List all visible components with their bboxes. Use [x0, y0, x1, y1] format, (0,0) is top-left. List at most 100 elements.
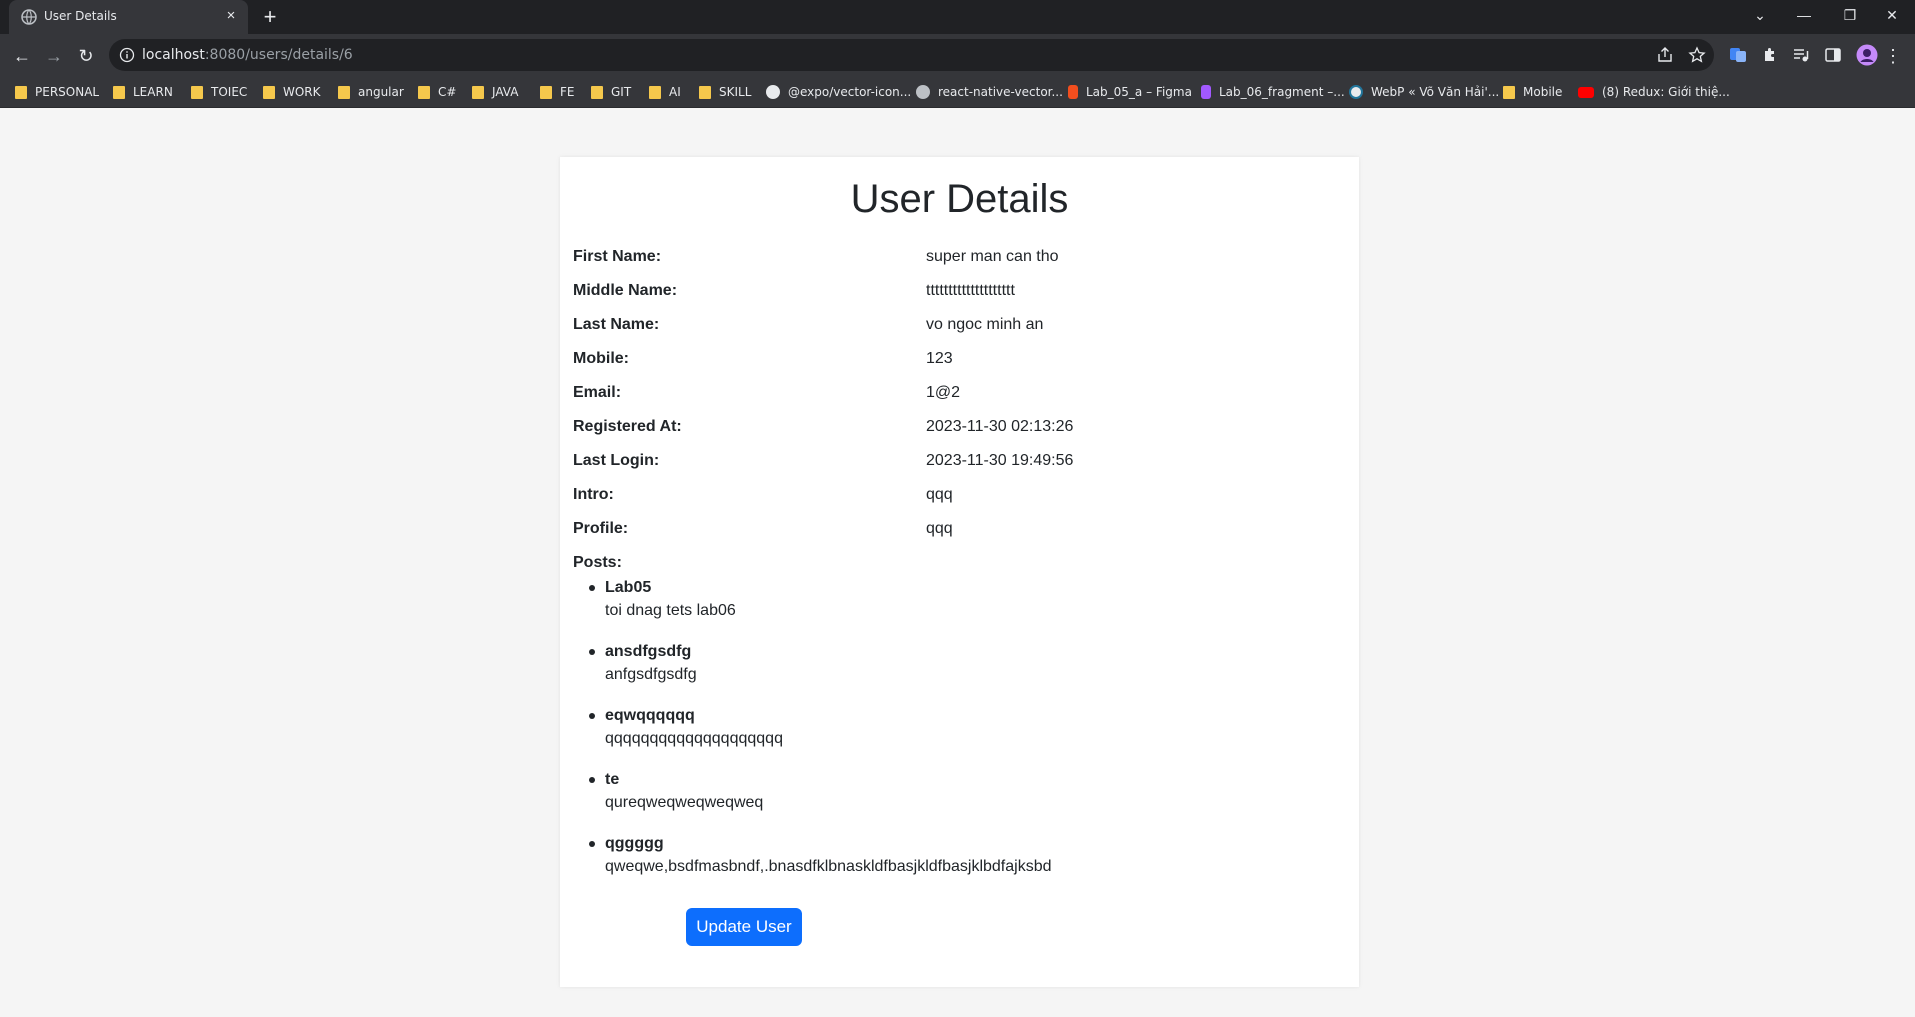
bookmark-personal[interactable]: PERSONAL	[15, 83, 99, 101]
globe-icon	[21, 9, 37, 25]
figma-icon	[1068, 85, 1078, 99]
bookmark-label: TOIEC	[211, 85, 248, 99]
field-value: qqq	[926, 486, 953, 503]
close-window-button[interactable]: ✕	[1869, 0, 1915, 30]
bookmark-csharp[interactable]: C#	[418, 83, 456, 101]
field-first-name: First Name: super man can tho	[573, 248, 1343, 270]
bookmark-label: FE	[560, 85, 575, 99]
post-title: eqwqqqqqq	[605, 707, 695, 724]
bullet	[589, 777, 595, 783]
field-intro: Intro: qqq	[573, 486, 1343, 508]
bookmark-angular[interactable]: angular	[338, 83, 404, 101]
update-user-button[interactable]: Update User	[686, 908, 802, 946]
field-middle-name: Middle Name: tttttttttttttttttttt	[573, 282, 1343, 304]
side-panel-icon[interactable]	[1824, 46, 1842, 64]
list-item: qggggg qweqwe,bsdfmasbndf,.bnasdfklbnask…	[589, 833, 1305, 879]
post-content: qqqqqqqqqqqqqqqqqqqq	[605, 730, 783, 747]
folder-icon	[699, 85, 711, 99]
field-label: Mobile:	[573, 350, 629, 367]
bookmark-label: WORK	[283, 85, 321, 99]
globe-icon	[916, 85, 930, 99]
translate-icon[interactable]	[1729, 46, 1747, 64]
tab-title: User Details	[44, 9, 117, 23]
bookmark-label: Lab_06_fragment –...	[1219, 85, 1345, 99]
bookmark-label: AI	[669, 85, 681, 99]
menu-kebab-icon[interactable]: ⋮	[1884, 42, 1902, 70]
bookmark-label: (8) Redux: Giới thiệ...	[1602, 85, 1730, 99]
bookmark-ai[interactable]: AI	[649, 83, 681, 101]
bookmark-label: PERSONAL	[35, 85, 100, 99]
tab-search-chevron-down-icon[interactable]: ⌄	[1737, 0, 1783, 30]
url-text[interactable]: localhost:8080/users/details/6	[142, 47, 353, 63]
bookmark-label: SKILL	[719, 85, 752, 99]
bookmark-label: react-native-vector...	[938, 85, 1063, 99]
address-bar[interactable]: localhost:8080/users/details/6	[109, 39, 1714, 71]
field-label: Profile:	[573, 520, 629, 537]
back-button[interactable]: ←	[8, 42, 36, 70]
media-controls-icon[interactable]	[1792, 46, 1810, 64]
bookmark-label: Mobile	[1523, 85, 1563, 99]
field-value: super man can tho	[926, 248, 1059, 265]
folder-icon	[540, 85, 552, 99]
bookmark-mobile[interactable]: Mobile	[1503, 83, 1562, 101]
field-label: Last Login:	[573, 452, 660, 469]
bookmark-learn[interactable]: LEARN	[113, 83, 173, 101]
field-last-name: Last Name: vo ngoc minh an	[573, 316, 1343, 338]
bookmark-lab05-figma[interactable]: Lab_05_a – Figma	[1068, 83, 1192, 101]
field-label: Email:	[573, 384, 622, 401]
restore-button[interactable]: ❐	[1827, 0, 1873, 30]
bookmark-label: @expo/vector-icon...	[788, 85, 912, 99]
minimize-button[interactable]: —	[1781, 0, 1827, 30]
folder-icon	[418, 85, 430, 99]
bookmark-lab06-fragment[interactable]: Lab_06_fragment –...	[1201, 83, 1345, 101]
list-item: Lab05 toi dnag tets lab06	[589, 577, 1305, 623]
bookmark-skill[interactable]: SKILL	[699, 83, 751, 101]
bookmark-java[interactable]: JAVA	[472, 83, 518, 101]
field-value: qqq	[926, 520, 953, 537]
folder-icon	[472, 85, 484, 99]
bookmark-expo-vector-icons[interactable]: @expo/vector-icon...	[766, 83, 911, 101]
bookmark-work[interactable]: WORK	[263, 83, 321, 101]
info-icon[interactable]	[119, 47, 135, 63]
field-value: vo ngoc minh an	[926, 316, 1044, 333]
tab-user-details[interactable]: User Details ×	[9, 0, 248, 34]
folder-icon	[649, 85, 661, 99]
bookmark-redux-youtube[interactable]: (8) Redux: Giới thiệ...	[1578, 83, 1730, 101]
post-title: te	[605, 771, 620, 788]
bookmark-label: Lab_05_a – Figma	[1086, 85, 1192, 99]
page-title: User Details	[850, 177, 1069, 221]
extensions-puzzle-icon[interactable]	[1761, 46, 1779, 64]
profile-avatar-icon[interactable]	[1856, 44, 1878, 66]
bookmark-label: angular	[358, 85, 404, 99]
bookmark-star-icon[interactable]	[1688, 46, 1706, 64]
youtube-icon	[1578, 86, 1594, 98]
bookmark-label: JAVA	[492, 85, 519, 99]
forward-button[interactable]: →	[40, 42, 68, 70]
bookmark-git[interactable]: GIT	[591, 83, 631, 101]
list-item: te qureqweqweqweqweq	[589, 769, 1305, 815]
post-content: qureqweqweqweqweq	[605, 794, 764, 811]
page-viewport: User Details First Name: super man can t…	[0, 108, 1915, 1017]
bookmark-webp-vo-van-hai[interactable]: WebP « Võ Văn Hải'...	[1349, 83, 1499, 101]
field-posts: Posts:	[573, 554, 1343, 576]
bookmark-react-native-vector[interactable]: react-native-vector...	[916, 83, 1063, 101]
field-label: Last Name:	[573, 316, 660, 333]
field-mobile: Mobile: 123	[573, 350, 1343, 372]
field-value: 2023-11-30 19:49:56	[926, 452, 1074, 469]
list-item: ansdfgsdfg anfgsdfgsdfg	[589, 641, 1305, 687]
bullet	[589, 841, 595, 847]
bookmark-label: C#	[438, 85, 457, 99]
field-label: Middle Name:	[573, 282, 678, 299]
list-item: eqwqqqqqq qqqqqqqqqqqqqqqqqqqq	[589, 705, 1305, 751]
bookmark-label: LEARN	[133, 85, 173, 99]
bookmark-fe[interactable]: FE	[540, 83, 574, 101]
bookmark-toiec[interactable]: TOIEC	[191, 83, 247, 101]
new-tab-button[interactable]: +	[258, 6, 282, 30]
posts-label: Posts:	[573, 554, 622, 571]
reload-button[interactable]: ↻	[72, 42, 100, 70]
folder-icon	[1503, 85, 1515, 99]
field-last-login: Last Login: 2023-11-30 19:49:56	[573, 452, 1343, 474]
bookmark-label: GIT	[611, 85, 632, 99]
share-icon[interactable]	[1656, 46, 1674, 64]
tab-close-icon[interactable]: ×	[222, 7, 240, 25]
